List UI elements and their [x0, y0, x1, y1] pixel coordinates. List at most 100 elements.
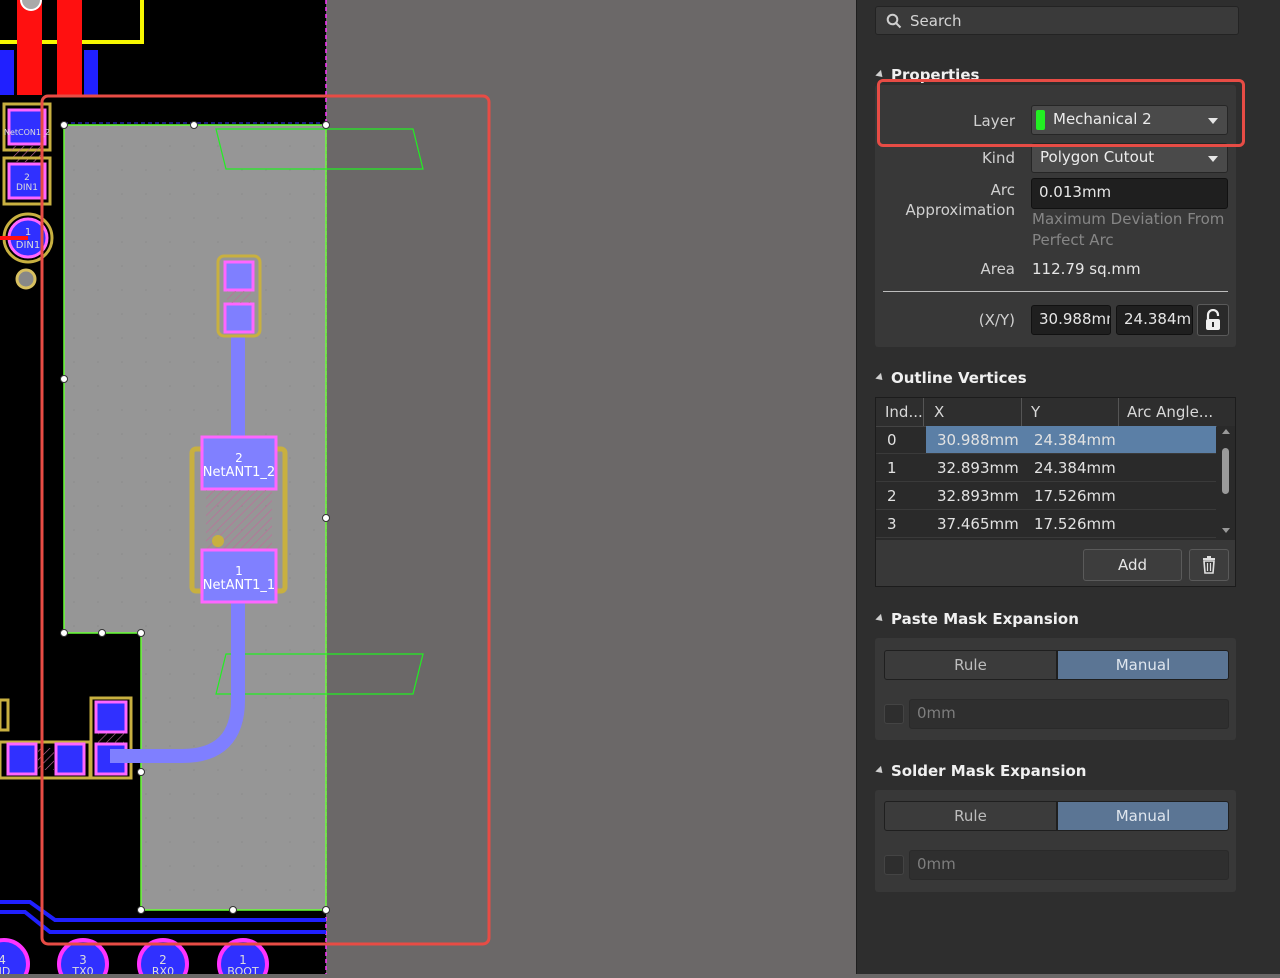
lock-toggle-button[interactable]: [1197, 304, 1229, 336]
vertex-handle[interactable]: [322, 121, 330, 129]
vertical-scrollbar[interactable]: [1217, 426, 1235, 540]
cell-index: 2: [887, 487, 897, 505]
properties-panel: Search Properties Layer Mechanical 2 Kin…: [856, 0, 1280, 974]
cell-y: 17.526mm: [1034, 515, 1116, 533]
unlock-icon: [1206, 308, 1220, 330]
edge-handle[interactable]: [60, 375, 68, 383]
pin-net-label: RX0: [152, 965, 174, 974]
trash-icon: [1203, 556, 1215, 574]
vertex-handle[interactable]: [60, 121, 68, 129]
hatch: [11, 146, 43, 162]
kind-value: Polygon Cutout: [1040, 148, 1155, 166]
copper-pad: [0, 50, 14, 95]
table-row[interactable]: 2 32.893mm 17.526mm: [876, 482, 1216, 510]
vertex-handle[interactable]: [60, 629, 68, 637]
search-box[interactable]: Search: [875, 6, 1239, 35]
column-header-x[interactable]: X: [934, 398, 1022, 426]
pad-number: 2: [24, 173, 30, 183]
column-header-y[interactable]: Y: [1031, 398, 1119, 426]
hatch: [227, 291, 251, 303]
xy-label: (X/Y): [978, 311, 1015, 329]
smd-pad: [6, 742, 38, 776]
section-title: Outline Vertices: [891, 369, 1027, 387]
x-coordinate-input[interactable]: 30.988mm: [1031, 305, 1111, 335]
paste-mask-manual-button[interactable]: Manual: [1057, 650, 1229, 680]
vertex-handle[interactable]: [137, 906, 145, 914]
scroll-down-icon[interactable]: [1222, 528, 1230, 533]
table-row[interactable]: 3 37.465mm 17.526mm: [876, 510, 1216, 538]
scroll-up-icon[interactable]: [1222, 429, 1230, 434]
section-title: Solder Mask Expansion: [891, 762, 1087, 780]
table-row[interactable]: 1 32.893mm 24.384mm: [876, 454, 1216, 482]
column-header-index[interactable]: Ind...: [885, 398, 924, 426]
smd-pad: [223, 260, 255, 292]
arc-approximation-input[interactable]: 0.013mm: [1031, 178, 1228, 209]
pin-net-label: TX0: [71, 965, 93, 974]
edge-handle[interactable]: [229, 906, 237, 914]
search-input[interactable]: Search: [910, 12, 962, 30]
copper-pad: [84, 50, 98, 95]
smd-pad: [7, 108, 47, 146]
column-header-arc-angle[interactable]: Arc Angle...: [1127, 398, 1215, 426]
cell-x: 32.893mm: [937, 459, 1019, 477]
pin-net-label: ND: [0, 965, 10, 974]
pcb-board-view[interactable]: NetCON1_2 2 DIN1 1 DIN1 4 ND 3 TX0 2 RX0…: [0, 0, 856, 978]
pad-net-label: NetANT1_1: [203, 578, 275, 593]
smd-pad: [54, 742, 86, 776]
cell-index: 1: [887, 459, 897, 477]
edge-handle[interactable]: [322, 514, 330, 522]
solder-mask-manual-button[interactable]: Manual: [1057, 801, 1229, 831]
solder-mask-value-input[interactable]: 0mm: [909, 850, 1229, 880]
hatch: [98, 733, 124, 743]
vertex-handle[interactable]: [137, 629, 145, 637]
paste-mask-rule-button[interactable]: Rule: [884, 650, 1057, 680]
vertex-handle[interactable]: [322, 906, 330, 914]
annotation-highlight: [877, 79, 1245, 147]
y-coordinate-input[interactable]: 24.384mm: [1116, 305, 1193, 335]
collapse-triangle-icon: [875, 613, 886, 624]
hatch: [38, 748, 54, 770]
arc-hint-line2: Perfect Arc: [1032, 231, 1114, 249]
section-title: Paste Mask Expansion: [891, 610, 1079, 628]
edge-handle[interactable]: [190, 121, 198, 129]
paste-mask-checkbox[interactable]: [884, 704, 904, 724]
pad-number: 2: [235, 451, 243, 465]
solder-mask-checkbox[interactable]: [884, 855, 904, 875]
area-value: 112.79 sq.mm: [1032, 260, 1141, 278]
copper-trace: [17, 0, 42, 95]
paste-mask-value-input[interactable]: 0mm: [909, 699, 1229, 729]
edge-handle[interactable]: [98, 629, 106, 637]
collapse-triangle-icon: [875, 372, 886, 383]
table-row[interactable]: 0 30.988mm 24.384mm: [876, 426, 1216, 454]
smd-pad: [223, 302, 255, 334]
delete-vertex-button[interactable]: [1189, 549, 1229, 581]
paste-mask-section-header[interactable]: Paste Mask Expansion: [875, 610, 1079, 628]
kind-dropdown[interactable]: Polygon Cutout: [1031, 143, 1228, 173]
edge-handle[interactable]: [137, 768, 145, 776]
cell-x: 30.988mm: [937, 431, 1019, 449]
kind-label: Kind: [981, 149, 1015, 167]
cell-y: 17.526mm: [1034, 487, 1116, 505]
add-vertex-button[interactable]: Add: [1083, 549, 1182, 581]
area-label: Area: [980, 260, 1015, 278]
cell-y: 24.384mm: [1034, 431, 1116, 449]
arc-label-line1: Arc: [990, 181, 1015, 199]
search-icon: [886, 13, 902, 29]
collapse-triangle-icon: [875, 765, 886, 776]
pin1-marker: [212, 535, 224, 547]
cell-index: 0: [887, 431, 897, 449]
pad-net-label: NetANT1_2: [203, 465, 275, 480]
pcb-canvas[interactable]: NetCON1_2 2 DIN1 1 DIN1 4 ND 3 TX0 2 RX0…: [0, 0, 856, 978]
solder-mask-rule-button[interactable]: Rule: [884, 801, 1057, 831]
pad-net-label: DIN1: [16, 240, 41, 251]
cell-y: 24.384mm: [1034, 459, 1116, 477]
outline-vertices-section-header[interactable]: Outline Vertices: [875, 369, 1027, 387]
pad-number: 1: [25, 227, 31, 238]
pad-number: 1: [235, 564, 243, 578]
cell-x: 32.893mm: [937, 487, 1019, 505]
scrollbar-thumb[interactable]: [1222, 448, 1229, 494]
via: [15, 268, 37, 290]
divider: [883, 291, 1228, 292]
pad-net-label: DIN1: [16, 183, 38, 193]
solder-mask-section-header[interactable]: Solder Mask Expansion: [875, 762, 1087, 780]
